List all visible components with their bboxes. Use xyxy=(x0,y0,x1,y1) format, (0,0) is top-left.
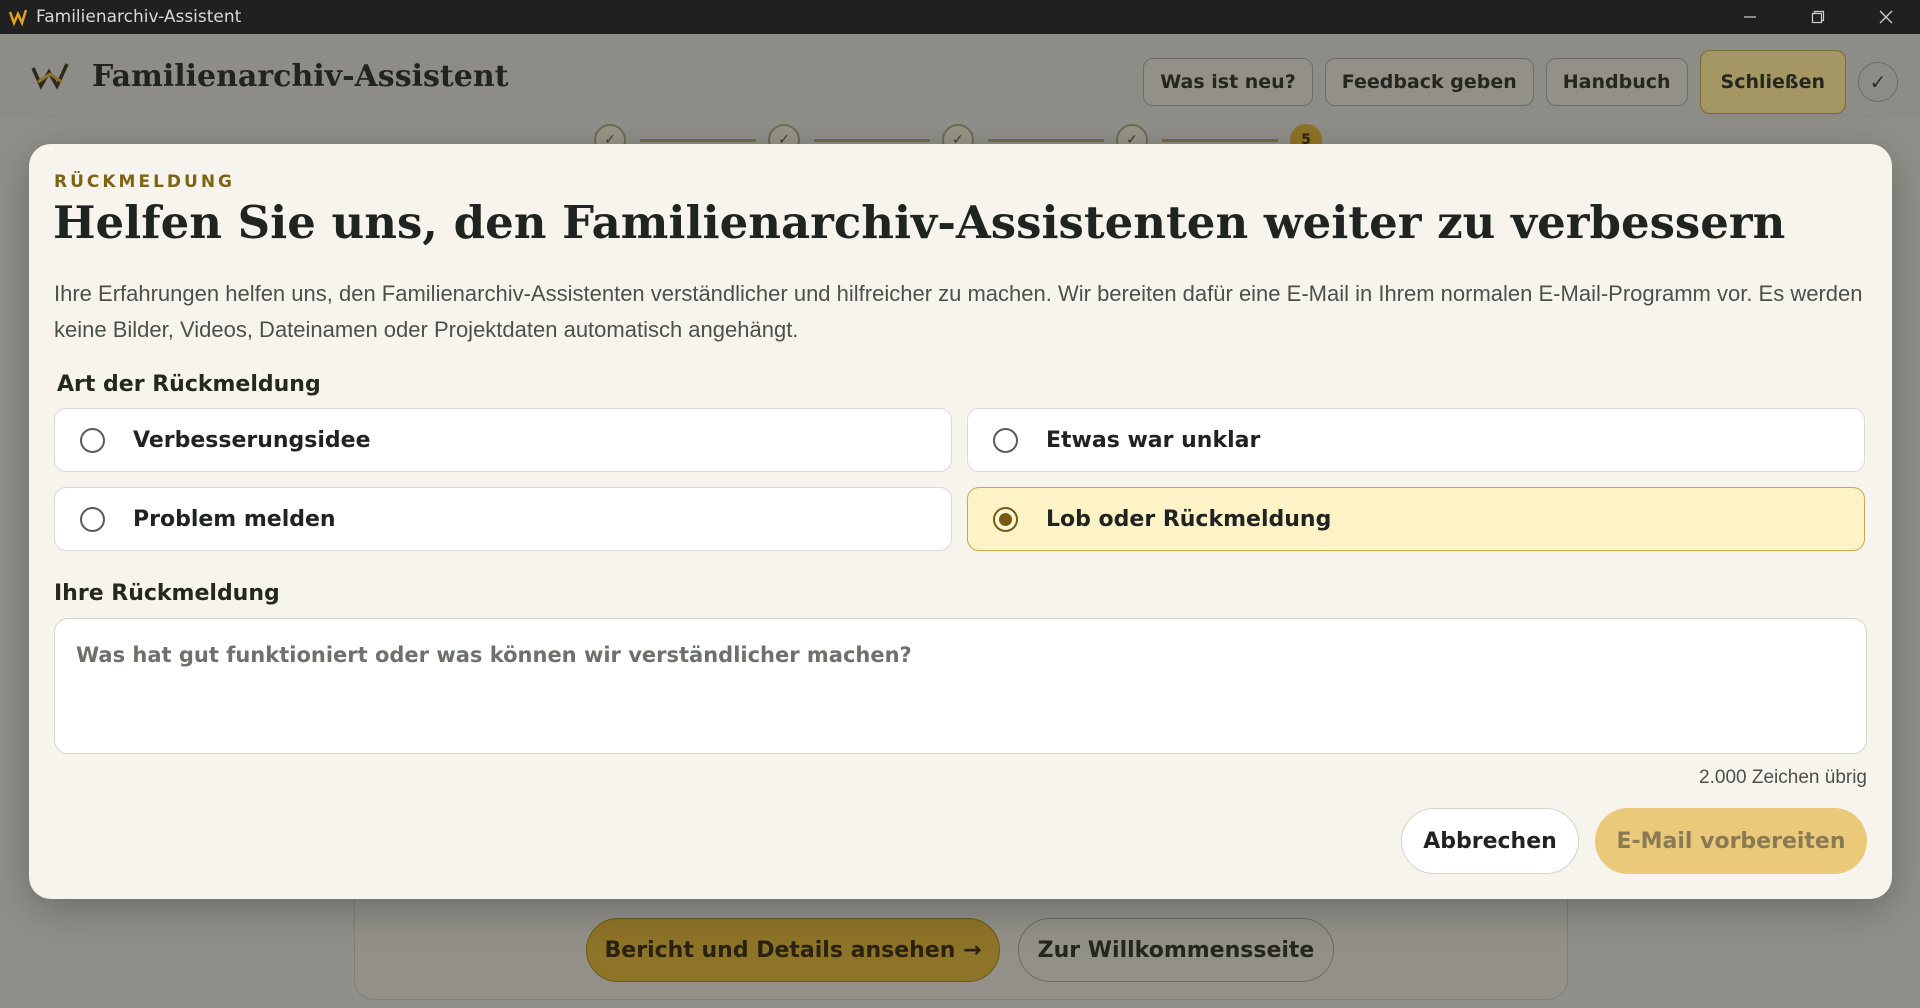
close-window-icon[interactable] xyxy=(1852,0,1920,34)
radio-button-icon[interactable] xyxy=(80,427,105,453)
option-label: Lob oder Rückmeldung xyxy=(1046,506,1332,532)
step-connector xyxy=(988,139,1104,142)
app-header: Familienarchiv-Assistent Was ist neu? Fe… xyxy=(0,34,1920,118)
dialog-title: Helfen Sie uns, den Familienarchiv-Assis… xyxy=(53,196,1786,249)
step-connector xyxy=(640,139,756,142)
manual-button[interactable]: Handbuch xyxy=(1545,58,1688,106)
welcome-page-button[interactable]: Zur Willkommensseite xyxy=(1018,918,1334,982)
radio-button-icon[interactable] xyxy=(80,506,105,532)
feedback-type-label: Art der Rückmeldung xyxy=(57,372,321,397)
view-report-button[interactable]: Bericht und Details ansehen → xyxy=(586,918,1000,982)
option-praise-feedback[interactable]: Lob oder Rückmeldung xyxy=(967,487,1865,551)
window-controls xyxy=(1716,0,1920,34)
option-improvement-idea[interactable]: Verbesserungsidee xyxy=(54,408,952,472)
app-logo-icon xyxy=(8,9,28,27)
step-connector xyxy=(1162,139,1278,142)
window-title: Familienarchiv-Assistent xyxy=(36,7,242,27)
dialog-eyebrow: RÜCKMELDUNG xyxy=(54,172,236,192)
feedback-dialog: RÜCKMELDUNG Helfen Sie uns, den Familien… xyxy=(29,144,1892,899)
option-label: Problem melden xyxy=(133,506,336,532)
option-report-problem[interactable]: Problem melden xyxy=(54,487,952,551)
close-app-button[interactable]: Schließen xyxy=(1699,50,1846,114)
restore-icon[interactable] xyxy=(1784,0,1852,34)
app-logo-icon xyxy=(31,63,69,90)
feedback-message-input[interactable] xyxy=(54,618,1867,754)
check-icon[interactable]: ✓ xyxy=(1858,62,1898,102)
cancel-button[interactable]: Abbrechen xyxy=(1401,808,1579,874)
character-counter: 2.000 Zeichen übrig xyxy=(1699,767,1867,788)
whats-new-button[interactable]: Was ist neu? xyxy=(1143,58,1313,106)
minimize-icon[interactable] xyxy=(1716,0,1784,34)
radio-button-icon[interactable] xyxy=(993,427,1018,453)
os-titlebar: Familienarchiv-Assistent xyxy=(0,0,1920,34)
prepare-email-button[interactable]: E-Mail vorbereiten xyxy=(1595,808,1867,874)
feedback-message-label: Ihre Rückmeldung xyxy=(54,581,280,606)
feedback-button[interactable]: Feedback geben xyxy=(1324,58,1534,106)
radio-button-selected-icon[interactable] xyxy=(993,506,1018,532)
header-actions: Was ist neu? Feedback geben Handbuch Sch… xyxy=(1143,50,1898,114)
option-something-unclear[interactable]: Etwas war unklar xyxy=(967,408,1865,472)
option-label: Verbesserungsidee xyxy=(133,427,371,453)
step-connector xyxy=(814,139,930,142)
app-title: Familienarchiv-Assistent xyxy=(92,58,509,94)
option-label: Etwas war unklar xyxy=(1046,427,1261,453)
dialog-description: Ihre Erfahrungen helfen uns, den Familie… xyxy=(54,281,1863,342)
